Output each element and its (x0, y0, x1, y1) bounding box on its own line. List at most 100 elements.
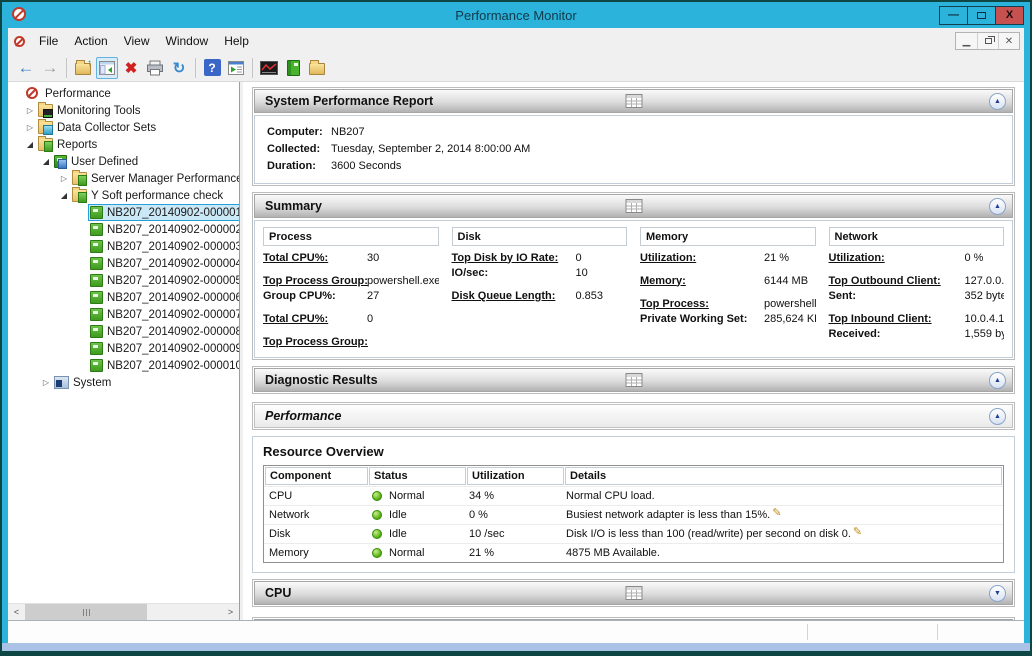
section-header[interactable]: Diagnostic Results ▲ (254, 368, 1013, 392)
column-header[interactable]: Status (369, 467, 466, 485)
reports-icon (38, 138, 53, 151)
forward-button[interactable]: → (39, 57, 61, 79)
table-row[interactable]: Memory Normal 21 % 4875 MB Available. (264, 543, 1003, 562)
tree-item-report-000004[interactable]: NB207_20140902-000004 (8, 255, 239, 272)
toolbar-separator (66, 58, 67, 78)
expander-icon[interactable] (24, 106, 36, 115)
menu-window[interactable]: Window (158, 31, 217, 51)
scroll-left-icon[interactable]: < (8, 604, 25, 620)
report-book-button[interactable] (282, 57, 304, 79)
expander-icon[interactable] (58, 191, 70, 200)
tree-item-report-000010[interactable]: NB207_20140902-000010 (8, 357, 239, 374)
help-icon: ? (204, 59, 221, 76)
tree-item-user-defined[interactable]: User Defined (8, 153, 239, 170)
toolbar: ← → ↑ ✖ ↻ ? (8, 54, 1024, 82)
tree-item-report-000003[interactable]: NB207_20140902-000003 (8, 238, 239, 255)
tree-item-report-000002[interactable]: NB207_20140902-000002 (8, 221, 239, 238)
section-header[interactable]: Performance ▲ (254, 404, 1013, 428)
tree-item-report-000008[interactable]: NB207_20140902-000008 (8, 323, 239, 340)
note-icon[interactable]: ✎ (853, 525, 862, 538)
tree-item-report-000006[interactable]: NB207_20140902-000006 (8, 289, 239, 306)
scrollbar-thumb[interactable] (25, 604, 147, 620)
scroll-right-icon[interactable]: > (222, 604, 239, 620)
report-page-icon (90, 359, 103, 372)
tree-item-ysoft-performance-check[interactable]: Y Soft performance check (8, 187, 239, 204)
menu-help[interactable]: Help (216, 31, 257, 51)
print-button[interactable] (144, 57, 166, 79)
report-page-icon (90, 291, 103, 304)
delete-icon: ✖ (125, 59, 138, 77)
window-title: Performance Monitor (8, 8, 1024, 23)
console-tree-panel: Performance Monitoring Tools Data Collec… (8, 82, 240, 620)
expander-icon[interactable] (24, 123, 36, 132)
collapse-button[interactable]: ▲ (989, 372, 1006, 389)
note-icon[interactable]: ✎ (772, 506, 781, 519)
column-header[interactable]: Utilization (467, 467, 564, 485)
section-title: Diagnostic Results (255, 373, 378, 387)
expander-icon[interactable] (58, 174, 70, 183)
expander-icon[interactable] (40, 378, 52, 387)
export-folder-icon: ↑ (75, 63, 91, 75)
back-button[interactable]: ← (15, 57, 37, 79)
mdi-restore-button[interactable] (977, 33, 998, 49)
report-folder-icon (72, 189, 87, 202)
tree-item-reports[interactable]: Reports (8, 136, 239, 153)
mdi-window-controls: ▁ ✕ (955, 32, 1020, 50)
expander-icon[interactable] (24, 140, 36, 149)
console-tree-toggle-button[interactable] (96, 57, 118, 79)
export-button[interactable]: ↑ (72, 57, 94, 79)
section-diagnostic-results: Diagnostic Results ▲ (252, 366, 1015, 394)
tree-item-report-000001[interactable]: NB207_20140902-000001 (8, 204, 239, 221)
collapse-button[interactable]: ▲ (989, 408, 1006, 425)
refresh-button[interactable]: ↻ (168, 57, 190, 79)
section-header[interactable]: Summary ▲ (254, 194, 1013, 218)
collapse-button[interactable]: ▲ (989, 93, 1006, 110)
tree-item-performance[interactable]: Performance (8, 85, 239, 102)
tree-item-report-000009[interactable]: NB207_20140902-000009 (8, 340, 239, 357)
table-row[interactable]: Network Idle 0 % Busiest network adapter… (264, 505, 1003, 524)
report-page-icon (90, 206, 103, 219)
expander-icon[interactable] (40, 157, 52, 166)
menu-file[interactable]: File (31, 31, 66, 51)
tree-item-server-manager-performance[interactable]: Server Manager Performance (8, 170, 239, 187)
tree-horizontal-scrollbar[interactable]: < > (8, 603, 239, 620)
tree-item-monitoring-tools[interactable]: Monitoring Tools (8, 102, 239, 119)
mdi-close-button[interactable]: ✕ (998, 33, 1019, 49)
open-folder-button[interactable] (306, 57, 328, 79)
help-button[interactable]: ? (201, 57, 223, 79)
tree-item-report-000005[interactable]: NB207_20140902-000005 (8, 272, 239, 289)
delete-button[interactable]: ✖ (120, 57, 142, 79)
table-icon (625, 586, 642, 600)
tree-item-system[interactable]: System (8, 374, 239, 391)
section-header[interactable]: System Performance Report ▲ (254, 89, 1013, 113)
table-icon (625, 373, 642, 387)
section-header[interactable]: CPU ▼ (254, 581, 1013, 605)
table-row[interactable]: CPU Normal 34 % Normal CPU load. (264, 486, 1003, 505)
performance-chart-icon (260, 61, 278, 75)
resource-overview-table: Component Status Utilization Details CPU… (263, 465, 1004, 563)
mdi-minimize-button[interactable]: ▁ (956, 33, 977, 49)
menu-action[interactable]: Action (66, 31, 115, 51)
collapse-button[interactable]: ▲ (989, 198, 1006, 215)
new-window-button[interactable] (225, 57, 247, 79)
table-header-row: Component Status Utilization Details (264, 466, 1003, 486)
tree-item-report-000007[interactable]: NB207_20140902-000007 (8, 306, 239, 323)
section-cpu: CPU ▼ (252, 579, 1015, 607)
menu-view[interactable]: View (116, 31, 158, 51)
report-page-icon (90, 325, 103, 338)
scrollbar-track[interactable] (25, 604, 222, 620)
title-bar[interactable]: Performance Monitor — X (8, 2, 1024, 28)
expand-button[interactable]: ▼ (989, 585, 1006, 602)
status-idle-icon (372, 529, 382, 539)
column-header[interactable]: Component (265, 467, 368, 485)
table-row[interactable]: Disk Idle 10 /sec Disk I/O is less than … (264, 524, 1003, 543)
column-header[interactable]: Details (565, 467, 1002, 485)
performance-chart-button[interactable] (258, 57, 280, 79)
computer-value: NB207 (331, 126, 365, 138)
open-folder-icon (309, 63, 325, 75)
toolbar-separator (195, 58, 196, 78)
status-bar-divider (937, 624, 938, 640)
tree-item-data-collector-sets[interactable]: Data Collector Sets (8, 119, 239, 136)
summary-group-process: Process Total CPU%:30 Top Process Group:… (263, 227, 439, 349)
system-icon (54, 376, 69, 389)
